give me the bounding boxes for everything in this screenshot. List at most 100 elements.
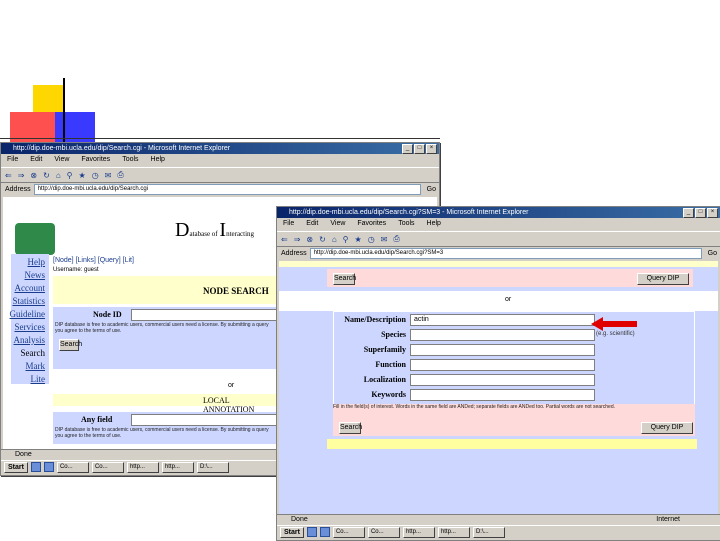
name-description-input[interactable]: actin — [410, 314, 595, 326]
ie-quicklaunch-icon[interactable] — [30, 462, 41, 472]
any-field-label: Any field — [81, 415, 113, 424]
top-yellow-strip — [279, 261, 718, 267]
history-icon[interactable]: ◷ — [92, 171, 99, 180]
mail-icon[interactable]: ✉ — [105, 171, 112, 180]
desktop-quicklaunch-icon[interactable] — [319, 527, 330, 537]
nav-lite[interactable]: Lite — [31, 374, 46, 384]
close-button[interactable]: × — [426, 144, 437, 154]
task-item-3[interactable]: http... — [126, 461, 159, 473]
search-icon[interactable]: ⚲ — [67, 171, 73, 180]
bottom-query-dip-button[interactable]: Query DIP — [641, 422, 693, 434]
maximize-button[interactable]: □ — [695, 208, 706, 218]
tab-links[interactable]: [Node] [Links] [Query] [Lit] — [53, 257, 134, 264]
field-search-form: Name/Description Species Superfamily Fun… — [333, 311, 695, 405]
or-separator: or — [279, 291, 718, 311]
bottom-search-button[interactable]: Search — [339, 422, 362, 434]
back-icon[interactable]: ⇐ — [281, 235, 288, 244]
task-item-2[interactable]: Co... — [367, 526, 400, 538]
task-item-4[interactable]: http... — [161, 461, 194, 473]
mail-icon[interactable]: ✉ — [381, 235, 388, 244]
menu-file[interactable]: File — [7, 155, 18, 165]
menu-favorites[interactable]: Favorites — [81, 155, 110, 165]
search-icon[interactable]: ⚲ — [343, 235, 349, 244]
nav-services[interactable]: Services — [15, 322, 46, 332]
nav-search[interactable]: Search — [21, 348, 46, 358]
node-disclaimer: DIP database is free to academic users, … — [55, 322, 269, 334]
refresh-icon[interactable]: ↻ — [43, 171, 50, 180]
go-button[interactable]: Go — [705, 250, 720, 257]
stop-icon[interactable]: ⊗ — [306, 235, 313, 244]
task-item-1[interactable]: Co... — [56, 461, 89, 473]
favorites-icon[interactable]: ★ — [79, 171, 86, 180]
nav-news[interactable]: News — [25, 270, 46, 280]
top-search-button[interactable]: Search — [333, 273, 356, 285]
top-query-dip-button[interactable]: Query DIP — [637, 273, 689, 285]
task-item-2[interactable]: Co... — [91, 461, 124, 473]
any-field-input[interactable] — [131, 414, 277, 426]
node-search-button[interactable]: Search — [59, 339, 82, 351]
local-annotation-header: LOCAL ANNOTATION — [53, 394, 279, 414]
address-input[interactable]: http://dip.doe-mbi.ucla.edu/dip/Search.c… — [33, 183, 421, 195]
forward-icon[interactable]: ⇒ — [18, 171, 25, 180]
left-toolbar: ⇐ ⇒ ⊗ ↻ ⌂ ⚲ ★ ◷ ✉ ⎙ — [1, 167, 439, 183]
close-button[interactable]: × — [707, 208, 718, 218]
stop-icon[interactable]: ⊗ — [30, 171, 37, 180]
menu-edit[interactable]: Edit — [30, 155, 42, 165]
any-field-form: Any field DIP database is free to academ… — [53, 412, 279, 444]
task-item-4[interactable]: http... — [437, 526, 470, 538]
right-addressbar: Address http://dip.doe-mbi.ucla.edu/dip/… — [277, 247, 720, 259]
right-window-title: http://dip.doe-mbi.ucla.edu/dip/Search.c… — [289, 209, 529, 216]
start-button[interactable]: Start — [4, 461, 28, 473]
left-window-titlebar[interactable]: http://dip.doe-mbi.ucla.edu/dip/Search.c… — [1, 143, 439, 154]
task-item-1[interactable]: Co... — [332, 526, 365, 538]
address-input[interactable]: http://dip.doe-mbi.ucla.edu/dip/Search.c… — [309, 247, 702, 259]
desktop-quicklaunch-icon[interactable] — [43, 462, 54, 472]
print-icon[interactable]: ⎙ — [117, 170, 123, 180]
home-icon[interactable]: ⌂ — [332, 235, 337, 244]
superfamily-input[interactable] — [410, 344, 595, 356]
task-item-5[interactable]: D:\... — [472, 526, 505, 538]
minimize-button[interactable]: _ — [402, 144, 413, 154]
localization-input[interactable] — [410, 374, 595, 386]
refresh-icon[interactable]: ↻ — [319, 235, 326, 244]
nav-help[interactable]: Help — [28, 257, 46, 267]
start-button[interactable]: Start — [280, 526, 304, 538]
node-id-input[interactable] — [131, 309, 277, 321]
home-icon[interactable]: ⌂ — [56, 171, 61, 180]
menu-edit[interactable]: Edit — [306, 219, 318, 229]
left-window-title: http://dip.doe-mbi.ucla.edu/dip/Search.c… — [13, 145, 231, 152]
menu-tools[interactable]: Tools — [122, 155, 138, 165]
minimize-button[interactable]: _ — [683, 208, 694, 218]
nav-statistics[interactable]: Statistics — [12, 296, 45, 306]
nav-analysis[interactable]: Analysis — [14, 335, 46, 345]
species-input[interactable] — [410, 329, 595, 341]
any-field-disclaimer: DIP database is free to academic users, … — [55, 427, 269, 439]
menu-view[interactable]: View — [54, 155, 69, 165]
nav-guideline[interactable]: Guideline — [10, 309, 46, 319]
right-window-titlebar[interactable]: http://dip.doe-mbi.ucla.edu/dip/Search.c… — [277, 207, 720, 218]
menu-view[interactable]: View — [330, 219, 345, 229]
forward-icon[interactable]: ⇒ — [294, 235, 301, 244]
menu-favorites[interactable]: Favorites — [357, 219, 386, 229]
history-icon[interactable]: ◷ — [368, 235, 375, 244]
nav-mark[interactable]: Mark — [26, 361, 46, 371]
maximize-button[interactable]: □ — [414, 144, 425, 154]
ie-quicklaunch-icon[interactable] — [306, 527, 317, 537]
nav-account[interactable]: Account — [15, 283, 46, 293]
favorites-icon[interactable]: ★ — [355, 235, 362, 244]
menu-tools[interactable]: Tools — [398, 219, 414, 229]
footer-note: Fill in the field(s) of interest. Words … — [333, 404, 695, 418]
menu-help[interactable]: Help — [151, 155, 165, 165]
print-icon[interactable]: ⎙ — [393, 234, 399, 244]
go-button[interactable]: Go — [424, 186, 439, 193]
menu-file[interactable]: File — [283, 219, 294, 229]
menu-help[interactable]: Help — [427, 219, 441, 229]
task-item-3[interactable]: http... — [402, 526, 435, 538]
function-input[interactable] — [410, 359, 595, 371]
back-icon[interactable]: ⇐ — [5, 171, 12, 180]
task-item-5[interactable]: D:\... — [196, 461, 229, 473]
keywords-input[interactable] — [410, 389, 595, 401]
right-status-text: Done — [291, 516, 308, 523]
right-page-content: Search Query DIP or Name/Description Spe… — [279, 261, 718, 514]
left-navigation: Help News Account Statistics Guideline S… — [10, 254, 49, 384]
